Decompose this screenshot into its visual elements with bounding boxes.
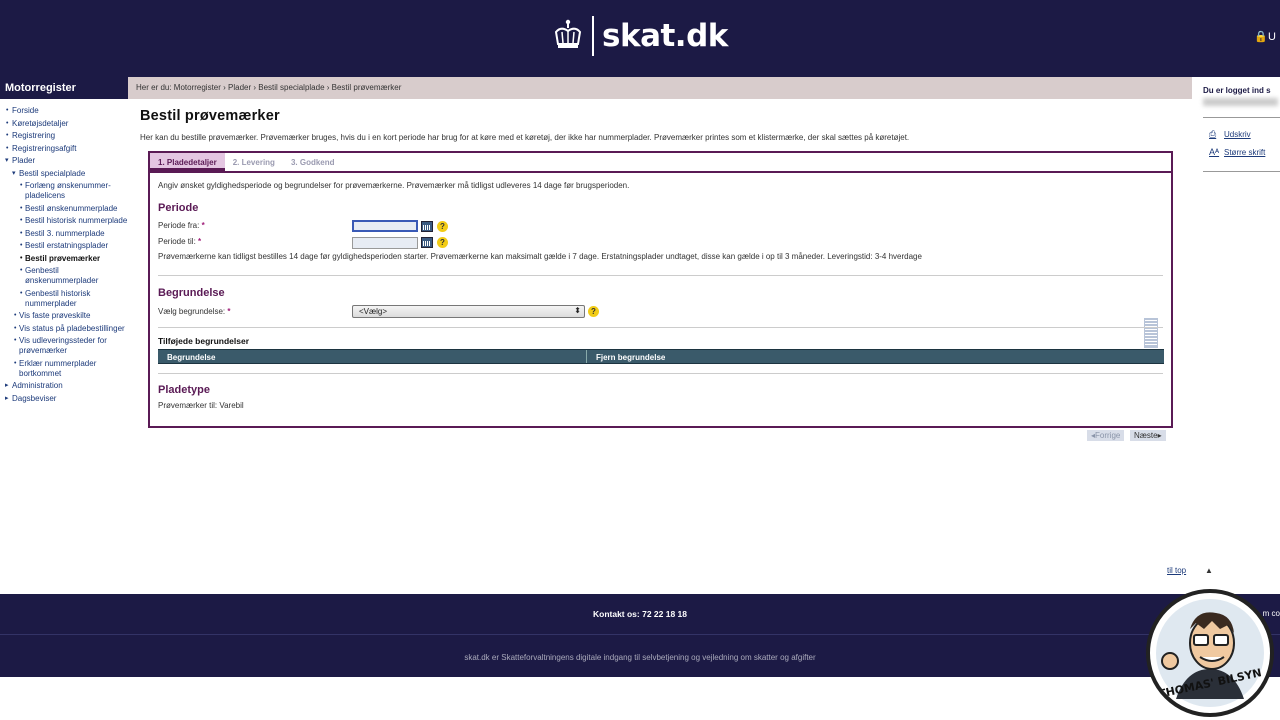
pladetype-text: Prøvemærker til: Varebil xyxy=(158,401,244,410)
calendar-icon[interactable] xyxy=(421,221,433,232)
next-button[interactable]: Næste▸ xyxy=(1130,430,1166,441)
site-header: skat.dk 🔒U xyxy=(0,0,1280,77)
logged-in-label: Du er logget ind s xyxy=(1203,86,1271,95)
print-link[interactable]: ⎙ Udskriv xyxy=(1209,129,1251,140)
tab-godkend[interactable]: 3. Godkend xyxy=(283,153,343,171)
print-link-label: Udskriv xyxy=(1224,130,1251,139)
footer-contact: Kontakt os: 72 22 18 18 m co xyxy=(0,594,1280,635)
section-divider xyxy=(158,275,1163,276)
periode-til-input[interactable] xyxy=(352,237,418,249)
sidebar-item[interactable]: Bestil erstatningsplader xyxy=(0,241,128,251)
sidebar-item[interactable]: Genbestil historisk nummerplader xyxy=(0,289,128,309)
periode-fra-input[interactable] xyxy=(352,220,418,232)
added-begrundelser-heading: Tilføjede begrundelser xyxy=(158,336,250,346)
channel-badge: THOMAS' BILSYN xyxy=(1146,589,1274,717)
larger-font-label: Større skrift xyxy=(1224,147,1266,157)
step-tabs: 1. Pladedetaljer 2. Levering 3. Godkend xyxy=(150,153,1171,173)
sidebar-item[interactable]: Dagsbeviser xyxy=(0,394,128,404)
sidebar-item[interactable]: Registrering xyxy=(0,131,128,141)
scroll-widget[interactable] xyxy=(1144,318,1158,348)
arrow-up-icon[interactable]: ▲ xyxy=(1205,566,1213,575)
sidebar-item[interactable]: Vis status på pladebestillinger xyxy=(0,324,128,334)
previous-label: Forrige xyxy=(1095,431,1121,440)
periode-fra-text: Periode fra: xyxy=(158,221,200,230)
footer-note: skat.dk er Skatteforvaltningens digitale… xyxy=(0,635,1280,677)
right-panel: Du er logget ind s ⎙ Udskriv Aᴬ Større skr… xyxy=(1192,77,1280,597)
contact-text: Kontakt os: 72 22 18 18 xyxy=(592,609,687,619)
begrundelse-select-value: <Vælg> xyxy=(359,307,388,316)
login-link[interactable]: 🔒U xyxy=(1254,30,1276,43)
help-icon[interactable]: ? xyxy=(437,221,448,232)
pladetype-heading: Pladetype xyxy=(158,384,210,396)
print-icon: ⎙ xyxy=(1209,129,1217,139)
logged-in-user-blurred xyxy=(1203,98,1278,106)
form-panel: 1. Pladedetaljer 2. Levering 3. Godkend … xyxy=(148,151,1173,428)
periode-note: Prøvemærkerne kan tidligst bestilles 14 … xyxy=(158,252,922,261)
sidebar-item[interactable]: Bestil historisk nummerplade xyxy=(0,216,128,226)
divider xyxy=(1203,171,1280,172)
sidebar-item[interactable]: Registreringsafgift xyxy=(0,144,128,154)
sidebar-item[interactable]: Administration xyxy=(0,381,128,391)
tab-pladedetaljer[interactable]: 1. Pladedetaljer xyxy=(150,153,225,171)
page-title: Bestil prøvemærker xyxy=(140,108,280,124)
tab-levering[interactable]: 2. Levering xyxy=(225,153,283,171)
next-label: Næste xyxy=(1134,431,1158,440)
instruction-text: Angiv ønsket gyldighedsperiode og begrun… xyxy=(158,181,630,190)
periode-til-text: Periode til: xyxy=(158,237,196,246)
column-begrundelse: Begrundelse xyxy=(158,350,587,363)
divider xyxy=(1203,117,1280,118)
nav-title: Motorregister xyxy=(0,77,128,99)
sidebar-item[interactable]: Bestil prøvemærker xyxy=(0,254,128,264)
begrundelse-label-text: Vælg begrundelse: xyxy=(158,307,226,316)
footer-right-text: m co xyxy=(1262,609,1280,618)
sidebar-item[interactable]: Genbestil ønskenummerplader xyxy=(0,266,128,286)
font-size-icon: Aᴬ xyxy=(1209,147,1220,157)
sidebar-item[interactable]: Bestil ønskenummerplade xyxy=(0,204,128,214)
sidebar-item[interactable]: Plader xyxy=(0,156,128,166)
help-icon[interactable]: ? xyxy=(437,237,448,248)
sidebar-item[interactable]: Forlæng ønskenummer-pladelicens xyxy=(0,181,128,201)
larger-font-link[interactable]: Aᴬ Større skrift xyxy=(1209,147,1265,157)
sidebar-item[interactable]: Vis udleveringssteder for prøvemærker xyxy=(0,336,128,356)
calendar-icon[interactable] xyxy=(421,237,433,248)
sidebar-item[interactable]: Vis faste prøveskilte xyxy=(0,311,128,321)
main-content: Bestil prøvemærker Her kan du bestille p… xyxy=(140,108,1180,142)
periode-til-label: Periode til: * xyxy=(158,237,201,246)
required-marker: * xyxy=(201,221,205,230)
breadcrumb: Her er du: Motorregister › Plader › Best… xyxy=(128,77,1192,99)
skat-logo[interactable]: skat.dk xyxy=(553,16,728,56)
chevron-right-icon: ▸ xyxy=(1157,431,1162,440)
periode-heading: Periode xyxy=(158,202,199,214)
crown-icon xyxy=(554,19,582,48)
required-marker: * xyxy=(227,307,231,316)
section-divider xyxy=(158,373,1163,374)
sidebar-item[interactable]: Køretøjsdetaljer xyxy=(0,119,128,129)
logo-divider xyxy=(592,16,594,56)
to-top-link[interactable]: til top xyxy=(1167,566,1186,575)
periode-fra-label: Periode fra: * xyxy=(158,221,205,230)
footer-note-text: skat.dk er Skatteforvaltningens digitale… xyxy=(464,653,816,662)
begrundelse-select[interactable]: <Vælg> ⬍ xyxy=(352,305,585,318)
lock-icon: 🔒 xyxy=(1254,31,1269,43)
select-arrow-icon: ⬍ xyxy=(574,306,581,315)
intro-text: Her kan du bestille prøvemærker. Prøvemæ… xyxy=(140,133,910,142)
login-label: U xyxy=(1268,31,1276,43)
section-divider xyxy=(158,327,1163,328)
begrundelse-heading: Begrundelse xyxy=(158,287,225,299)
required-marker: * xyxy=(198,237,202,246)
column-fjern-begrundelse: Fjern begrundelse xyxy=(596,353,666,362)
sidebar-item[interactable]: Erklær nummerplader bortkommet xyxy=(0,359,128,379)
begrundelse-label: Vælg begrundelse: * xyxy=(158,307,231,316)
sidebar-item[interactable]: Forside xyxy=(0,106,128,116)
sidebar-nav: Forside Køretøjsdetaljer Registrering Regis… xyxy=(0,106,128,406)
sidebar-item[interactable]: Bestil specialplade xyxy=(0,169,128,179)
sidebar-item[interactable]: Bestil 3. nummerplade xyxy=(0,229,128,239)
begrundelse-table-header: Begrundelse Fjern begrundelse xyxy=(158,349,1164,364)
previous-button[interactable]: ◂Forrige xyxy=(1087,430,1125,441)
help-icon[interactable]: ? xyxy=(588,306,599,317)
form-body: Angiv ønsket gyldighedsperiode og begrun… xyxy=(150,173,1171,410)
brand-name: skat.dk xyxy=(602,18,728,54)
